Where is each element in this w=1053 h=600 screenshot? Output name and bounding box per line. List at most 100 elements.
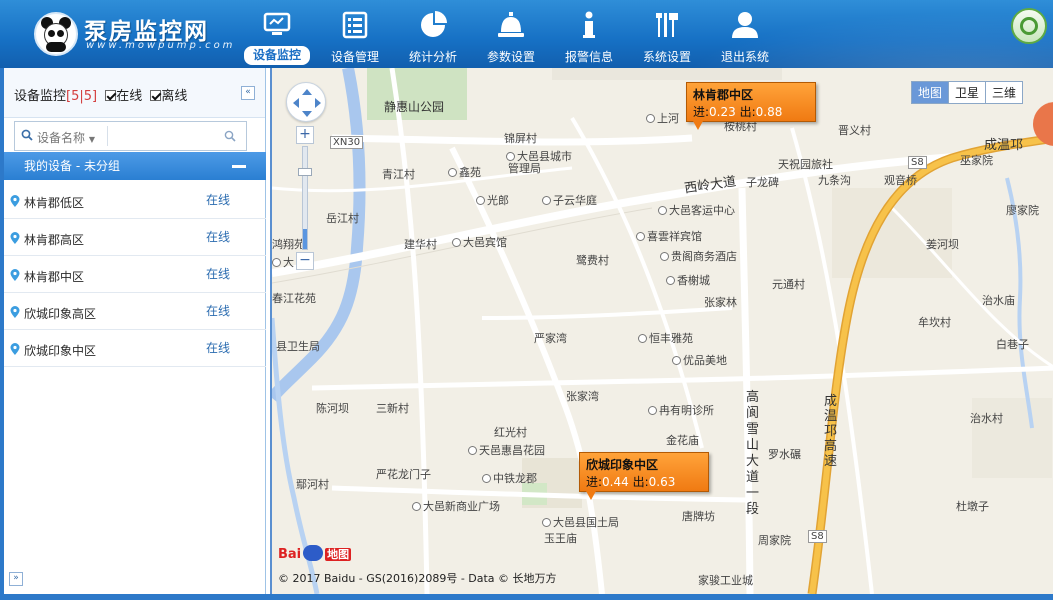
nav-label: 统计分析 xyxy=(408,50,457,64)
map-label: 大邑宾馆 xyxy=(452,234,507,250)
pie-chart-icon xyxy=(421,11,447,37)
group-label: 我的设备 - 未分组 xyxy=(24,159,120,173)
online-label: 在线 xyxy=(116,89,143,104)
device-status: 在线 xyxy=(206,267,231,281)
device-search-box[interactable]: 设备名称 ▼ xyxy=(14,121,247,151)
list-item[interactable]: 林肯郡高区 在线 xyxy=(4,219,266,256)
zoom-slider-thumb[interactable] xyxy=(298,168,312,176)
map-label: 优品美地 xyxy=(672,352,727,368)
road-badge: S8 xyxy=(808,530,827,543)
map-label: 香榭城 xyxy=(666,272,710,288)
device-name: 林肯郡低区 xyxy=(24,196,85,210)
map-label: 陈河坝 xyxy=(316,402,349,415)
offline-label: 离线 xyxy=(161,89,188,104)
map-label: 鸿翔苑 xyxy=(272,238,305,251)
nav-device-manage[interactable]: 设备管理 xyxy=(316,0,394,68)
map-label: 冉有明诊所 xyxy=(648,402,714,418)
sidebar-header: 设备监控[5|5] 在线 离线 « xyxy=(4,68,265,118)
device-status: 在线 xyxy=(206,230,231,244)
device-callout-xincheng-middle[interactable]: 欣城印象中区 进:0.44 出:0.63 xyxy=(579,452,709,500)
list-item[interactable]: 欣城印象中区 在线 xyxy=(4,330,266,367)
device-name: 欣城印象中区 xyxy=(24,344,97,358)
callout-values: 进:0.44 出:0.63 xyxy=(586,473,702,490)
nav-alarms[interactable]: 报警信息 xyxy=(550,0,628,68)
out-label: 出: xyxy=(632,475,649,489)
location-pin-icon xyxy=(10,232,20,244)
map-label: 县卫生局 xyxy=(276,340,320,353)
list-icon xyxy=(342,11,368,39)
device-name: 林肯郡中区 xyxy=(24,270,85,284)
tools-icon xyxy=(656,13,678,37)
offline-checkbox[interactable] xyxy=(150,90,162,101)
online-checkbox[interactable] xyxy=(105,90,117,101)
map-label: 子龙碑 xyxy=(746,176,779,189)
expand-sidebar-button[interactable]: » xyxy=(9,572,23,586)
list-item[interactable]: 林肯郡低区 在线 xyxy=(4,182,266,219)
map-label: 岳江村 xyxy=(326,212,359,225)
map-label: 治水村 xyxy=(970,412,1003,425)
location-pin-icon xyxy=(10,343,20,355)
device-name: 林肯郡高区 xyxy=(24,233,85,247)
map-type-3d[interactable]: 三维 xyxy=(984,82,1022,103)
location-pin-icon xyxy=(10,269,20,281)
map-label: 玉王庙 xyxy=(544,532,577,545)
zoom-in-button[interactable]: + xyxy=(296,126,314,144)
search-field-selector[interactable]: 设备名称 ▼ xyxy=(37,129,95,146)
collapse-sidebar-button[interactable]: « xyxy=(241,86,255,100)
device-name: 欣城印象高区 xyxy=(24,307,97,321)
map-label: 治水庙 xyxy=(982,294,1015,307)
map-type-map[interactable]: 地图 xyxy=(911,82,948,103)
nav-device-monitor[interactable]: 设备监控 xyxy=(238,0,316,68)
map-label: 大 xyxy=(272,254,294,270)
map-label: 大邑县国土局 xyxy=(542,514,619,530)
header-search-button[interactable] xyxy=(1011,8,1047,44)
list-item[interactable]: 林肯郡中区 在线 xyxy=(4,256,266,293)
map-label: 大邑客运中心 xyxy=(658,202,735,218)
nav-label: 参数设置 xyxy=(486,50,535,64)
nav-logout[interactable]: 退出系统 xyxy=(706,0,784,68)
map-label: 晋义村 xyxy=(838,124,871,137)
device-callout-linkenjun-middle[interactable]: 林肯郡中区 进:0.23 出:0.88 xyxy=(686,82,816,130)
chevron-down-icon: ▼ xyxy=(88,135,95,144)
road-label: 高阆雪山大道一段 xyxy=(746,390,760,517)
nav-system-settings[interactable]: 系统设置 xyxy=(628,0,706,68)
sidebar-title-text: 设备监控 xyxy=(14,89,67,104)
map-label: 张家湾 xyxy=(566,390,599,403)
in-label: 进: xyxy=(586,475,603,489)
map-view[interactable]: 静惠山公园 XN30 锦屏村 大邑县城市 管理局 青江村 鑫苑 光郎 子云华庭 … xyxy=(270,68,1053,594)
in-value: 0.44 xyxy=(602,475,629,489)
map-label: 鄢河村 xyxy=(296,478,329,491)
nav-statistics[interactable]: 统计分析 xyxy=(394,0,472,68)
map-label: 杜墩子 xyxy=(956,500,989,513)
map-label: 唐牌坊 xyxy=(682,510,715,523)
zoom-out-button[interactable]: − xyxy=(296,252,314,270)
in-value: 0.23 xyxy=(709,105,736,119)
pan-control[interactable] xyxy=(286,82,326,122)
nav-label: 系统设置 xyxy=(642,50,691,64)
map-label: 恒丰雅苑 xyxy=(638,330,693,346)
panda-logo-icon xyxy=(34,12,78,56)
map-label: 贵阁商务酒店 xyxy=(660,248,737,264)
collapse-group-icon[interactable] xyxy=(232,165,246,168)
road-label: 成温邛 xyxy=(984,138,1024,153)
zoom-slider[interactable] xyxy=(302,146,308,250)
nav-params[interactable]: 参数设置 xyxy=(472,0,550,68)
nav-label: 设备监控 xyxy=(244,46,310,65)
map-label: 管理局 xyxy=(508,162,541,175)
search-submit-icon[interactable] xyxy=(224,130,236,142)
user-icon xyxy=(732,12,758,38)
map-label: 大邑新商业广场 xyxy=(412,498,500,514)
nav-label: 报警信息 xyxy=(564,50,613,64)
out-value: 0.88 xyxy=(755,105,783,119)
top-header: 泵房监控网 www.mowpump.com 设备监控 设备管理 统计分析 参数设… xyxy=(0,0,1053,68)
device-group-header[interactable]: 我的设备 - 未分组 xyxy=(4,152,266,180)
map-label: 巫家院 xyxy=(960,154,993,167)
map-type-switcher: 地图 卫星 三维 xyxy=(910,81,1023,104)
map-type-satellite[interactable]: 卫星 xyxy=(947,82,985,103)
search-divider xyxy=(107,126,108,146)
road-label: 成温邛高速 xyxy=(824,394,838,469)
list-item[interactable]: 欣城印象高区 在线 xyxy=(4,293,266,330)
map-label: 静惠山公园 xyxy=(384,100,445,114)
road-badge: S8 xyxy=(908,156,927,169)
sidebar-title: 设备监控[5|5] 在线 离线 xyxy=(14,85,187,104)
